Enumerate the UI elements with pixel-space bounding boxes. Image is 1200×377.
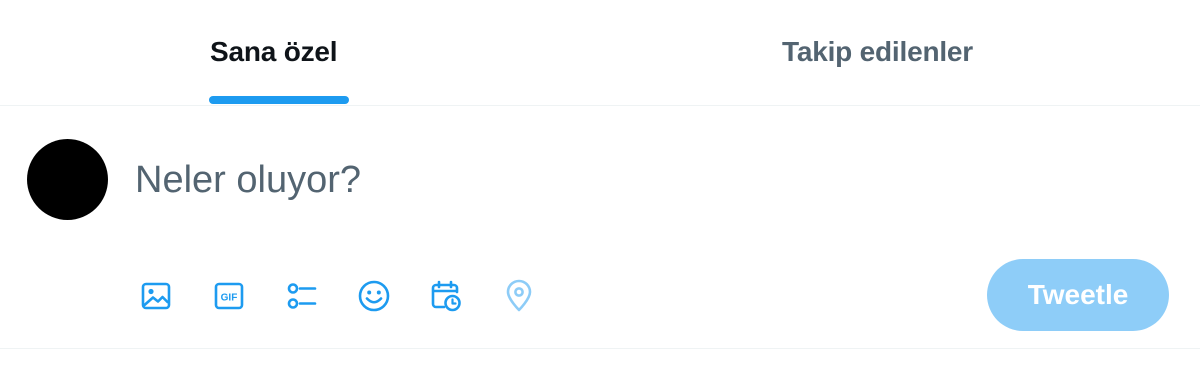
- svg-text:GIF: GIF: [221, 293, 238, 304]
- tweet-button[interactable]: Tweetle: [987, 259, 1169, 331]
- poll-icon: [287, 283, 317, 309]
- media-button[interactable]: [132, 272, 180, 320]
- schedule-button[interactable]: [422, 272, 470, 320]
- tab-following-label: Takip edilenler: [782, 36, 973, 67]
- emoji-icon: [358, 280, 390, 312]
- location-icon: [506, 279, 532, 312]
- compose-tweet-input[interactable]: [135, 155, 1155, 205]
- gif-icon: GIF: [214, 282, 244, 310]
- gif-button[interactable]: GIF: [205, 272, 253, 320]
- tab-for-you[interactable]: Sana özel: [0, 0, 560, 105]
- active-tab-indicator: [209, 96, 349, 104]
- emoji-button[interactable]: [350, 272, 398, 320]
- schedule-icon: [431, 280, 461, 312]
- tab-for-you-label: Sana özel: [210, 36, 338, 67]
- poll-button[interactable]: [278, 272, 326, 320]
- timeline-tabs: Sana özel Takip edilenler: [0, 0, 1200, 106]
- tab-following[interactable]: Takip edilenler: [560, 0, 1200, 105]
- media-icon: [141, 282, 171, 310]
- location-button[interactable]: [495, 272, 543, 320]
- avatar[interactable]: [27, 139, 108, 220]
- divider: [0, 348, 1200, 349]
